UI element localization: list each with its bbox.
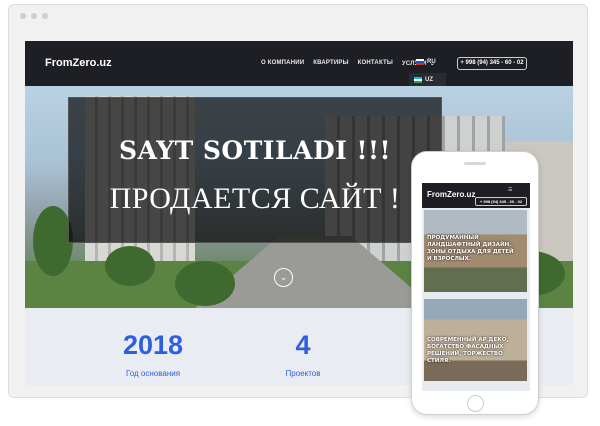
phone-button[interactable]: + 998 (94) 345 - 60 - 02 [457, 57, 527, 70]
language-current: RU [427, 59, 436, 65]
mobile-logo[interactable]: FromZero.uz [427, 190, 475, 199]
mobile-screen: FromZero.uz ☰ + 998 (94) 345 - 60 - 02 П… [422, 183, 530, 391]
chevron-down-icon: ⌄ [279, 272, 288, 282]
window-dot-icon [20, 13, 26, 19]
mobile-feature-card[interactable]: СОВРЕМЕННЫЙ АР ДЕКО, БОГАТСТВО ФАСАДНЫХ … [424, 299, 527, 381]
hero-tree [33, 206, 73, 276]
mockup-stage: FromZero.uz О КОМПАНИИ КВАРТИРЫ КОНТАКТЫ… [0, 0, 600, 426]
menu-item-apartments[interactable]: КВАРТИРЫ [313, 60, 348, 67]
phone-mockup: FromZero.uz ☰ + 998 (94) 345 - 60 - 02 П… [411, 151, 539, 415]
mobile-phone-button[interactable]: + 998 (94) 345 - 60 - 02 [475, 197, 527, 206]
site-logo[interactable]: FromZero.uz [45, 57, 112, 69]
window-dot-icon [42, 13, 48, 19]
site-navbar: FromZero.uz О КОМПАНИИ КВАРТИРЫ КОНТАКТЫ… [25, 41, 573, 86]
main-menu: О КОМПАНИИ КВАРТИРЫ КОНТАКТЫ УСЛУГИ ⌄ [261, 60, 435, 67]
mobile-card-text: ПРОДУМАННЫЙ ЛАНДШАФТНЫЙ ДИЗАЙН. ЗОНЫ ОТД… [427, 235, 514, 262]
hero-tree [105, 246, 155, 286]
mobile-feature-card[interactable]: ПРОДУМАННЫЙ ЛАНДШАФТНЫЙ ДИЗАЙН. ЗОНЫ ОТД… [424, 210, 527, 292]
hamburger-icon[interactable]: ☰ [508, 187, 512, 193]
hero-tree [175, 261, 235, 306]
stat-year-value: 2018 [122, 330, 184, 360]
stat-year-label: Год основания [125, 369, 181, 378]
russia-flag-icon [416, 59, 424, 65]
browser-chrome [9, 5, 587, 27]
language-switcher[interactable]: RU [416, 59, 436, 65]
scroll-down-button[interactable]: ⌄ [274, 268, 293, 287]
menu-item-company[interactable]: О КОМПАНИИ [261, 60, 304, 67]
mobile-navbar: FromZero.uz ☰ + 998 (94) 345 - 60 - 02 [422, 183, 530, 208]
hero-heading-ru: ПРОДАЕТСЯ САЙТ ! [109, 182, 401, 215]
uzbekistan-flag-icon [414, 77, 422, 83]
phone-home-button [467, 395, 484, 412]
menu-item-contacts[interactable]: КОНТАКТЫ [358, 60, 393, 67]
language-option-uz[interactable]: UZ [409, 73, 446, 87]
stat-projects-value: 4 [295, 330, 311, 360]
window-dot-icon [31, 13, 37, 19]
phone-speaker [464, 162, 486, 165]
mobile-card-text: СОВРЕМЕННЫЙ АР ДЕКО, БОГАТСТВО ФАСАДНЫХ … [427, 337, 509, 364]
language-option-label: UZ [425, 77, 433, 83]
hero-heading-uz: SAYT SOTILADI !!! [119, 136, 391, 165]
stat-projects-label: Проектов [285, 369, 321, 378]
hero-overlay: SAYT SOTILADI !!! ПРОДАЕТСЯ САЙТ ! [68, 97, 442, 243]
